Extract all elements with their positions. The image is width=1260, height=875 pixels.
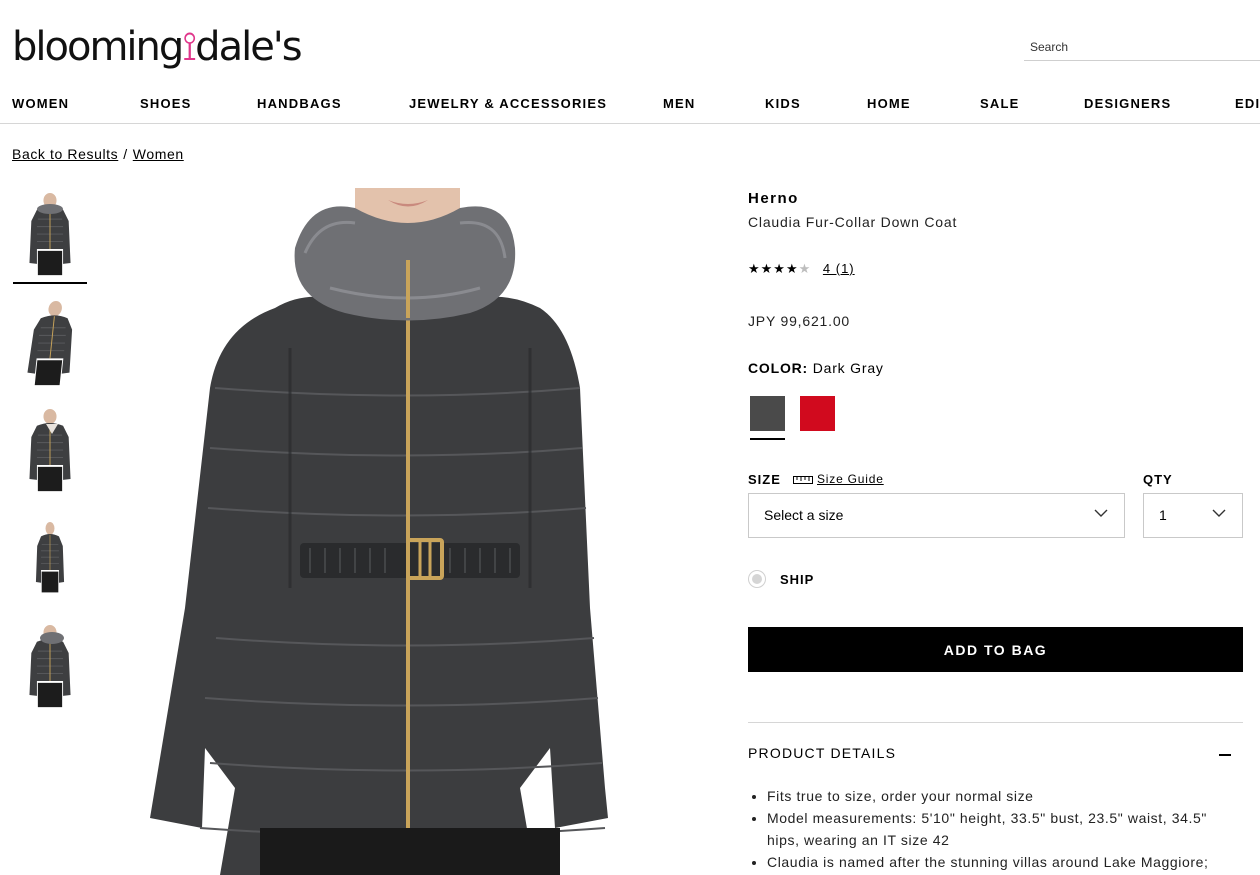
color-label: COLOR:: [748, 360, 809, 376]
swatch-red[interactable]: [800, 396, 835, 431]
nav-item-jewelry-accessories[interactable]: JEWELRY & ACCESSORIES: [409, 96, 607, 111]
star-rating-icon: ★★★★★: [748, 261, 811, 276]
nav-item-editorial[interactable]: EDI: [1235, 96, 1260, 111]
jacket-open-collar-thumbnail-image: [22, 408, 78, 494]
size-select-value: Select a size: [764, 507, 844, 523]
product-name: Claudia Fur-Collar Down Coat: [748, 214, 958, 230]
logo-text: blooming: [12, 24, 184, 70]
jacket-back-thumbnail-image: [22, 624, 78, 710]
search-box[interactable]: [1024, 36, 1260, 61]
details-list-item: Claudia is named after the stunning vill…: [767, 851, 1243, 873]
jacket-front-thumbnail-image: [22, 192, 78, 278]
breadcrumb-separator: /: [123, 146, 128, 162]
nav-item-women[interactable]: WOMEN: [12, 96, 69, 111]
selected-swatch-indicator: [750, 438, 785, 440]
minus-icon: [1219, 754, 1231, 756]
product-brand[interactable]: Herno: [748, 190, 799, 207]
thumbnail-3[interactable]: [13, 404, 87, 498]
thumbnail-1[interactable]: [13, 188, 87, 284]
nav-item-home[interactable]: HOME: [867, 96, 911, 111]
product-price: JPY 99,621.00: [748, 313, 850, 329]
swatch-dark-gray[interactable]: [750, 396, 785, 431]
thumbnail-2[interactable]: [13, 297, 87, 391]
size-select[interactable]: Select a size: [748, 493, 1125, 538]
nav-item-sale[interactable]: SALE: [980, 96, 1019, 111]
details-list-item: Model measurements: 5'10" height, 33.5" …: [767, 807, 1243, 851]
qty-select[interactable]: 1: [1143, 493, 1243, 538]
nav-item-handbags[interactable]: HANDBAGS: [257, 96, 342, 111]
qty-select-value: 1: [1159, 507, 1167, 523]
ship-radio[interactable]: [748, 570, 766, 588]
pink-ribbon-icon: ⟟: [182, 24, 197, 70]
breadcrumb: Back to Results / Women: [12, 146, 184, 162]
logo-text-end: dale's: [195, 24, 302, 70]
nav-item-men[interactable]: MEN: [663, 96, 696, 111]
nav-item-designers[interactable]: DESIGNERS: [1084, 96, 1171, 111]
add-to-bag-button[interactable]: ADD TO BAG: [748, 627, 1243, 672]
ruler-icon: [793, 475, 813, 484]
divider: [748, 722, 1243, 723]
ship-label: SHIP: [780, 571, 815, 587]
details-list-item: Fits true to size, order your normal siz…: [767, 785, 1243, 807]
chevron-down-icon: [1094, 509, 1108, 517]
down-coat-illustration: [150, 188, 710, 875]
star-empty: ★: [798, 261, 812, 276]
color-value: Dark Gray: [812, 360, 884, 376]
nav-item-shoes[interactable]: SHOES: [140, 96, 192, 111]
back-to-results-link[interactable]: Back to Results: [12, 146, 118, 162]
chevron-down-icon: [1212, 509, 1226, 517]
main-navigation: WOMEN SHOES HANDBAGS JEWELRY & ACCESSORI…: [0, 86, 1260, 124]
bloomingdales-logo[interactable]: blooming⟟dale's: [12, 22, 303, 72]
size-guide-link[interactable]: Size Guide: [817, 472, 884, 486]
product-rating: ★★★★★ 4 (1): [748, 261, 855, 277]
breadcrumb-women-link[interactable]: Women: [133, 146, 184, 162]
thumbnail-5[interactable]: [13, 620, 87, 714]
ship-option[interactable]: SHIP: [748, 568, 814, 590]
jacket-profile-thumbnail-image: [26, 515, 74, 601]
size-guide[interactable]: Size Guide: [793, 472, 884, 486]
size-label: SIZE: [748, 472, 781, 487]
search-input[interactable]: [1024, 36, 1260, 58]
product-details-toggle[interactable]: PRODUCT DETAILS: [748, 745, 1243, 765]
reviews-link[interactable]: 4 (1): [823, 261, 855, 276]
main-product-image[interactable]: [150, 188, 710, 875]
qty-label: QTY: [1143, 472, 1173, 487]
product-details-title: PRODUCT DETAILS: [748, 745, 897, 761]
jacket-side-thumbnail-image: [19, 301, 81, 387]
nav-item-kids[interactable]: KIDS: [765, 96, 801, 111]
stars-filled: ★★★★: [748, 261, 799, 276]
product-details-list: Fits true to size, order your normal siz…: [748, 785, 1243, 873]
thumbnail-4[interactable]: [13, 511, 87, 605]
color-selection: COLOR: Dark Gray: [748, 360, 884, 376]
